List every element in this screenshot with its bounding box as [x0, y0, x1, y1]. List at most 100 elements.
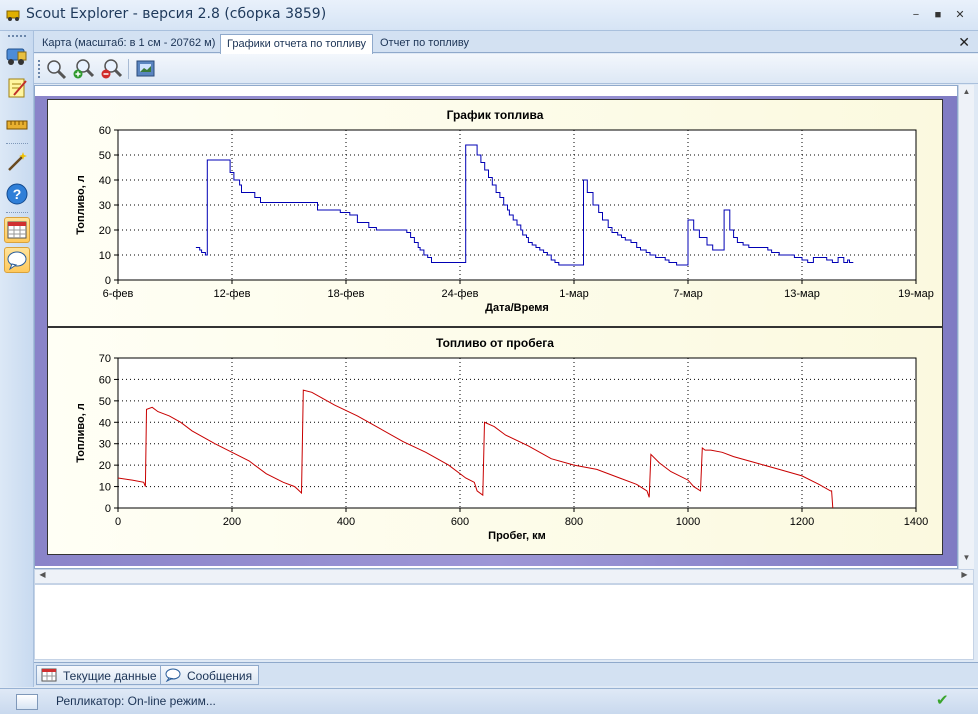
toolbar-separator: [128, 59, 129, 79]
status-text: Репликатор: On-line режим...: [56, 694, 216, 708]
toolbar-grip[interactable]: [8, 35, 26, 38]
notepad-icon: [8, 78, 27, 98]
chart-toolbar: [34, 54, 978, 84]
close-tab-icon[interactable]: ✕: [958, 34, 970, 51]
x-tick-label: 12-фев: [214, 288, 251, 300]
message-icon: [165, 668, 181, 682]
x-tick-label: 1-мар: [559, 288, 589, 300]
fuel-mileage-plot: 0 10 20 30 40 50 60 70 0 200 400 600 800 1000 1200 1400…: [75, 353, 928, 542]
x-tick-label: 600: [451, 516, 469, 528]
calendar-icon: [7, 221, 27, 239]
y-tick-label: 20: [99, 460, 111, 472]
status-bar: Репликатор: On-line режим... ✔: [0, 688, 978, 714]
y-tick-label: 50: [99, 396, 111, 408]
zoom-in-button[interactable]: [72, 58, 96, 80]
vertical-scrollbar[interactable]: ▲ ▼: [958, 85, 974, 569]
horizontal-scrollbar[interactable]: ◀ ▶: [34, 569, 974, 584]
x-tick-label: 200: [223, 516, 241, 528]
x-tick-label: 400: [337, 516, 355, 528]
scroll-left-icon[interactable]: ◀: [37, 570, 48, 582]
side-toolbar: ?: [0, 31, 34, 687]
scroll-right-icon[interactable]: ▶: [959, 570, 970, 582]
toolbar-grip[interactable]: [38, 60, 40, 78]
document-tabs: Карта (масштаб: в 1 см - 20762 м) График…: [34, 31, 978, 54]
y-axis-label: Топливо, л: [75, 175, 87, 235]
scroll-down-icon[interactable]: ▼: [961, 553, 972, 565]
window-title: Scout Explorer - версия 2.8 (сборка 3859…: [26, 6, 327, 22]
chart-frame: График топлива 0 10 20 30 40 50 60 6-фев 12-фев 1…: [35, 96, 957, 566]
x-tick-label: 0: [115, 516, 121, 528]
check-icon: ✔: [936, 692, 949, 709]
tab-current-data[interactable]: Текущие данные: [36, 665, 164, 685]
help-button[interactable]: ?: [4, 181, 30, 207]
calendar-icon: [41, 668, 57, 682]
fuel-time-plot: 0 10 20 30 40 50 60 6-фев 12-фев 18-фев 24-фев 1-ма…: [75, 125, 934, 314]
vehicle-button[interactable]: [4, 43, 30, 69]
y-axis-label: Топливо, л: [75, 403, 87, 463]
tab-map[interactable]: Карта (масштаб: в 1 см - 20762 м): [36, 34, 221, 53]
message-button[interactable]: [4, 247, 30, 273]
scroll-up-icon[interactable]: ▲: [961, 87, 972, 99]
y-tick-label: 30: [99, 439, 111, 451]
ruler-icon: [6, 120, 28, 130]
x-tick-label: 24-фев: [442, 288, 479, 300]
help-icon: ?: [6, 183, 28, 205]
lower-panel: [34, 584, 974, 660]
zoom-in-icon: [73, 59, 95, 79]
y-tick-label: 70: [99, 353, 111, 365]
x-tick-label: 19-мар: [898, 288, 934, 300]
ruler-button[interactable]: [4, 111, 30, 137]
tab-label: Сообщения: [187, 669, 253, 683]
minimize-icon[interactable]: −: [908, 8, 924, 22]
x-tick-label: 800: [565, 516, 583, 528]
tab-label: Отчет по топливу: [380, 37, 469, 49]
y-tick-label: 60: [99, 125, 111, 137]
tab-label: Карта (масштаб: в 1 см - 20762 м): [42, 37, 216, 49]
x-tick-label: 13-мар: [784, 288, 820, 300]
magic-wand-icon: [8, 152, 27, 171]
x-tick-label: 18-фев: [328, 288, 365, 300]
x-tick-label: 1200: [790, 516, 814, 528]
magic-wand-button[interactable]: [4, 149, 30, 175]
toolbar-separator: [6, 143, 28, 144]
vehicle-icon: [6, 48, 27, 65]
x-tick-label: 6-фев: [103, 288, 134, 300]
y-tick-label: 50: [99, 150, 111, 162]
x-axis-label: Пробег, км: [488, 530, 546, 542]
save-image-icon: [136, 60, 155, 77]
svg-text:?: ?: [13, 186, 22, 202]
y-tick-label: 30: [99, 200, 111, 212]
fuel-mileage-chart: Топливо от пробега 0 10 20 30 40 50 60 70 0 200 40…: [47, 327, 943, 555]
zoom-icon: [47, 60, 67, 80]
x-axis-label: Дата/Время: [485, 302, 549, 314]
tab-messages[interactable]: Сообщения: [160, 665, 260, 685]
fuel-time-chart: График топлива 0 10 20 30 40 50 60 6-фев 12-фев 1…: [47, 99, 943, 327]
message-icon: [7, 251, 27, 271]
replicator-icon: [16, 694, 38, 710]
app-icon: [6, 10, 20, 21]
notepad-button[interactable]: [4, 75, 30, 101]
tab-label: Графики отчета по топливу: [227, 38, 367, 50]
toolbar-separator: [6, 212, 28, 213]
zoom-out-icon: [101, 59, 123, 79]
bottom-tabs: Текущие данные Сообщения: [34, 662, 978, 686]
calendar-button[interactable]: [4, 217, 30, 243]
y-tick-label: 0: [105, 275, 111, 287]
y-tick-label: 60: [99, 374, 111, 386]
tab-fuel-charts[interactable]: Графики отчета по топливу: [220, 34, 374, 54]
chart-area: График топлива 0 10 20 30 40 50 60 6-фев 12-фев 1…: [34, 85, 958, 569]
y-tick-label: 10: [99, 482, 111, 494]
save-image-button[interactable]: [134, 58, 158, 80]
close-icon[interactable]: ✕: [952, 8, 968, 22]
y-tick-label: 20: [99, 225, 111, 237]
maximize-icon[interactable]: ■: [930, 8, 946, 22]
tab-fuel-report[interactable]: Отчет по топливу: [374, 34, 475, 53]
plot-area: [117, 357, 917, 509]
zoom-button[interactable]: [44, 58, 68, 80]
y-tick-label: 10: [99, 250, 111, 262]
tab-label: Текущие данные: [63, 669, 157, 683]
zoom-out-button[interactable]: [100, 58, 124, 80]
y-tick-label: 40: [99, 175, 111, 187]
x-tick-label: 1000: [676, 516, 700, 528]
y-tick-label: 40: [99, 417, 111, 429]
